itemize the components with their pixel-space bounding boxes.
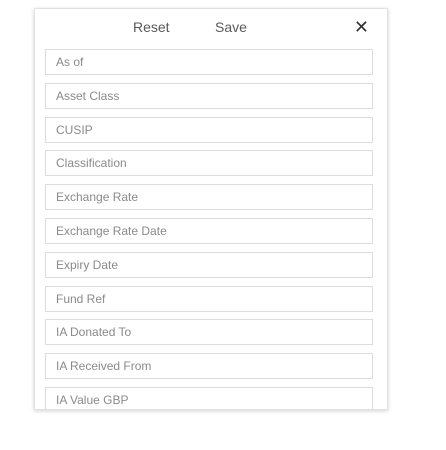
field-item-as-of[interactable]: As of [45, 49, 373, 75]
reset-button[interactable]: Reset [133, 19, 170, 35]
field-item-fund-ref[interactable]: Fund Ref [45, 285, 373, 312]
close-icon[interactable]: ✕ [354, 19, 369, 37]
field-item-cusip[interactable]: CUSIP [45, 116, 373, 143]
field-item-exchange-rate[interactable]: Exchange Rate [45, 184, 373, 211]
field-list[interactable]: As of Asset Class CUSIP Classification E… [45, 49, 373, 409]
field-item-classification[interactable]: Classification [45, 150, 373, 177]
column-chooser-panel: Reset Save ✕ As of Asset Class CUSIP Cla… [34, 8, 388, 410]
field-item-expiry-date[interactable]: Expiry Date [45, 251, 373, 278]
field-item-ia-donated-to[interactable]: IA Donated To [45, 319, 373, 346]
panel-header: Reset Save ✕ [35, 9, 387, 47]
save-button[interactable]: Save [215, 19, 247, 35]
field-item-ia-received-from[interactable]: IA Received From [45, 353, 373, 380]
field-item-ia-value-gbp[interactable]: IA Value GBP [45, 386, 373, 409]
field-item-asset-class[interactable]: Asset Class [45, 82, 373, 109]
field-item-exchange-rate-date[interactable]: Exchange Rate Date [45, 217, 373, 244]
